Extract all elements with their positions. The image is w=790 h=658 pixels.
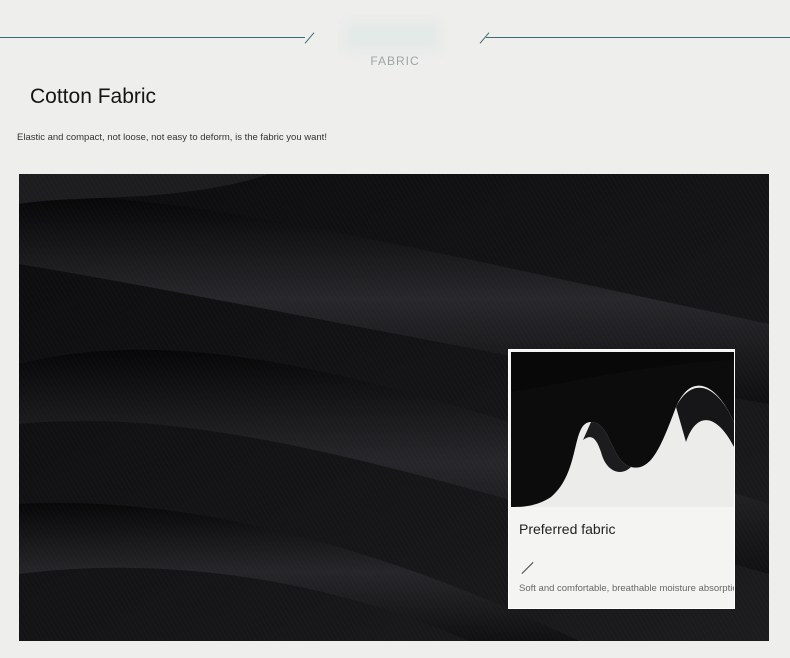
header-slash-left [304, 32, 315, 44]
header-slash-right [479, 32, 490, 44]
inset-description: Soft and comfortable, breathable moistur… [519, 583, 734, 594]
inset-slash-divider [521, 561, 534, 575]
header-divider-right [486, 37, 790, 38]
fabric-folds-photo [511, 352, 734, 507]
section-title: Cotton Fabric [30, 85, 157, 108]
section-subtitle: Elastic and compact, not loose, not easy… [17, 132, 327, 143]
section-tag: FABRIC [370, 54, 420, 68]
header-ghost-title [345, 22, 440, 52]
inset-title: Preferred fabric [519, 521, 616, 537]
preferred-fabric-card: Preferred fabric Soft and comfortable, b… [508, 349, 735, 609]
header-divider-left [0, 37, 305, 38]
